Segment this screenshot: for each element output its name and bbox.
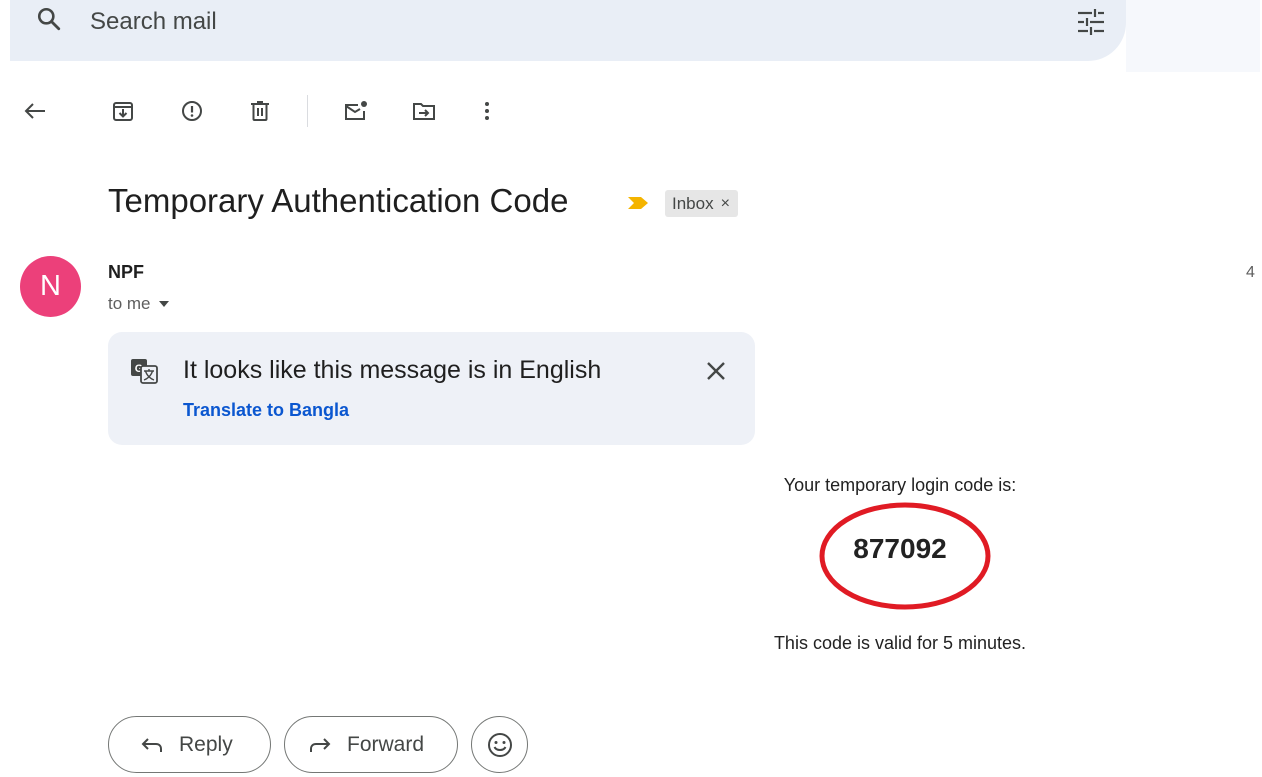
gmail-message-view: Temporary Authentication Code Inbox × N … xyxy=(0,0,1262,777)
archive-icon xyxy=(113,102,133,121)
emoji-icon xyxy=(487,732,512,757)
search-input[interactable] xyxy=(90,7,790,37)
email-subject: Temporary Authentication Code xyxy=(108,182,569,219)
report-spam-icon xyxy=(182,101,202,121)
body-validity-text: This code is valid for 5 minutes. xyxy=(773,633,1027,653)
back-arrow-icon xyxy=(24,103,45,119)
mark-unread-icon xyxy=(345,101,367,120)
reply-icon xyxy=(141,737,162,752)
delete-button[interactable] xyxy=(245,96,275,126)
toolbar-divider xyxy=(307,95,308,127)
move-to-button[interactable] xyxy=(409,96,439,126)
report-spam-button[interactable] xyxy=(177,96,207,126)
forward-icon xyxy=(310,737,331,752)
reply-label: Reply xyxy=(179,732,233,756)
recipient-text: to me xyxy=(108,294,151,313)
label-chip-inbox[interactable]: Inbox × xyxy=(665,190,738,217)
move-to-icon xyxy=(413,103,435,120)
sender-avatar[interactable]: N xyxy=(20,256,81,317)
highlight-circle-annotation xyxy=(819,502,991,610)
search-bar xyxy=(10,0,1126,61)
forward-label: Forward xyxy=(347,732,425,756)
reply-button[interactable]: Reply xyxy=(108,716,271,773)
translate-banner: G It looks like this message is in Engli… xyxy=(108,332,755,445)
emoji-reaction-button[interactable] xyxy=(471,716,528,773)
remove-label-icon[interactable]: × xyxy=(721,195,730,213)
more-options-button[interactable] xyxy=(472,96,502,126)
search-bar-extension xyxy=(1126,0,1260,72)
delete-icon xyxy=(251,101,269,121)
back-button[interactable] xyxy=(20,96,50,126)
recipient-details[interactable]: to me xyxy=(108,294,169,314)
search-options-icon[interactable] xyxy=(1076,8,1106,36)
chevron-down-icon xyxy=(158,301,169,307)
translate-link[interactable]: Translate to Bangla xyxy=(183,400,349,421)
forward-button[interactable]: Forward xyxy=(284,716,458,773)
label-chip-text: Inbox xyxy=(672,193,714,213)
translate-message: It looks like this message is in English xyxy=(183,356,602,384)
search-icon[interactable] xyxy=(36,6,62,32)
body-intro-text: Your temporary login code is: xyxy=(783,475,1017,495)
close-icon[interactable] xyxy=(703,358,729,384)
importance-marker-icon[interactable] xyxy=(627,196,649,210)
more-vert-icon xyxy=(485,102,489,120)
sender-name[interactable]: NPF xyxy=(108,262,144,283)
translate-icon: G xyxy=(131,359,158,384)
email-date: 4 xyxy=(1246,264,1255,281)
archive-button[interactable] xyxy=(108,96,138,126)
mark-unread-button[interactable] xyxy=(341,96,371,126)
